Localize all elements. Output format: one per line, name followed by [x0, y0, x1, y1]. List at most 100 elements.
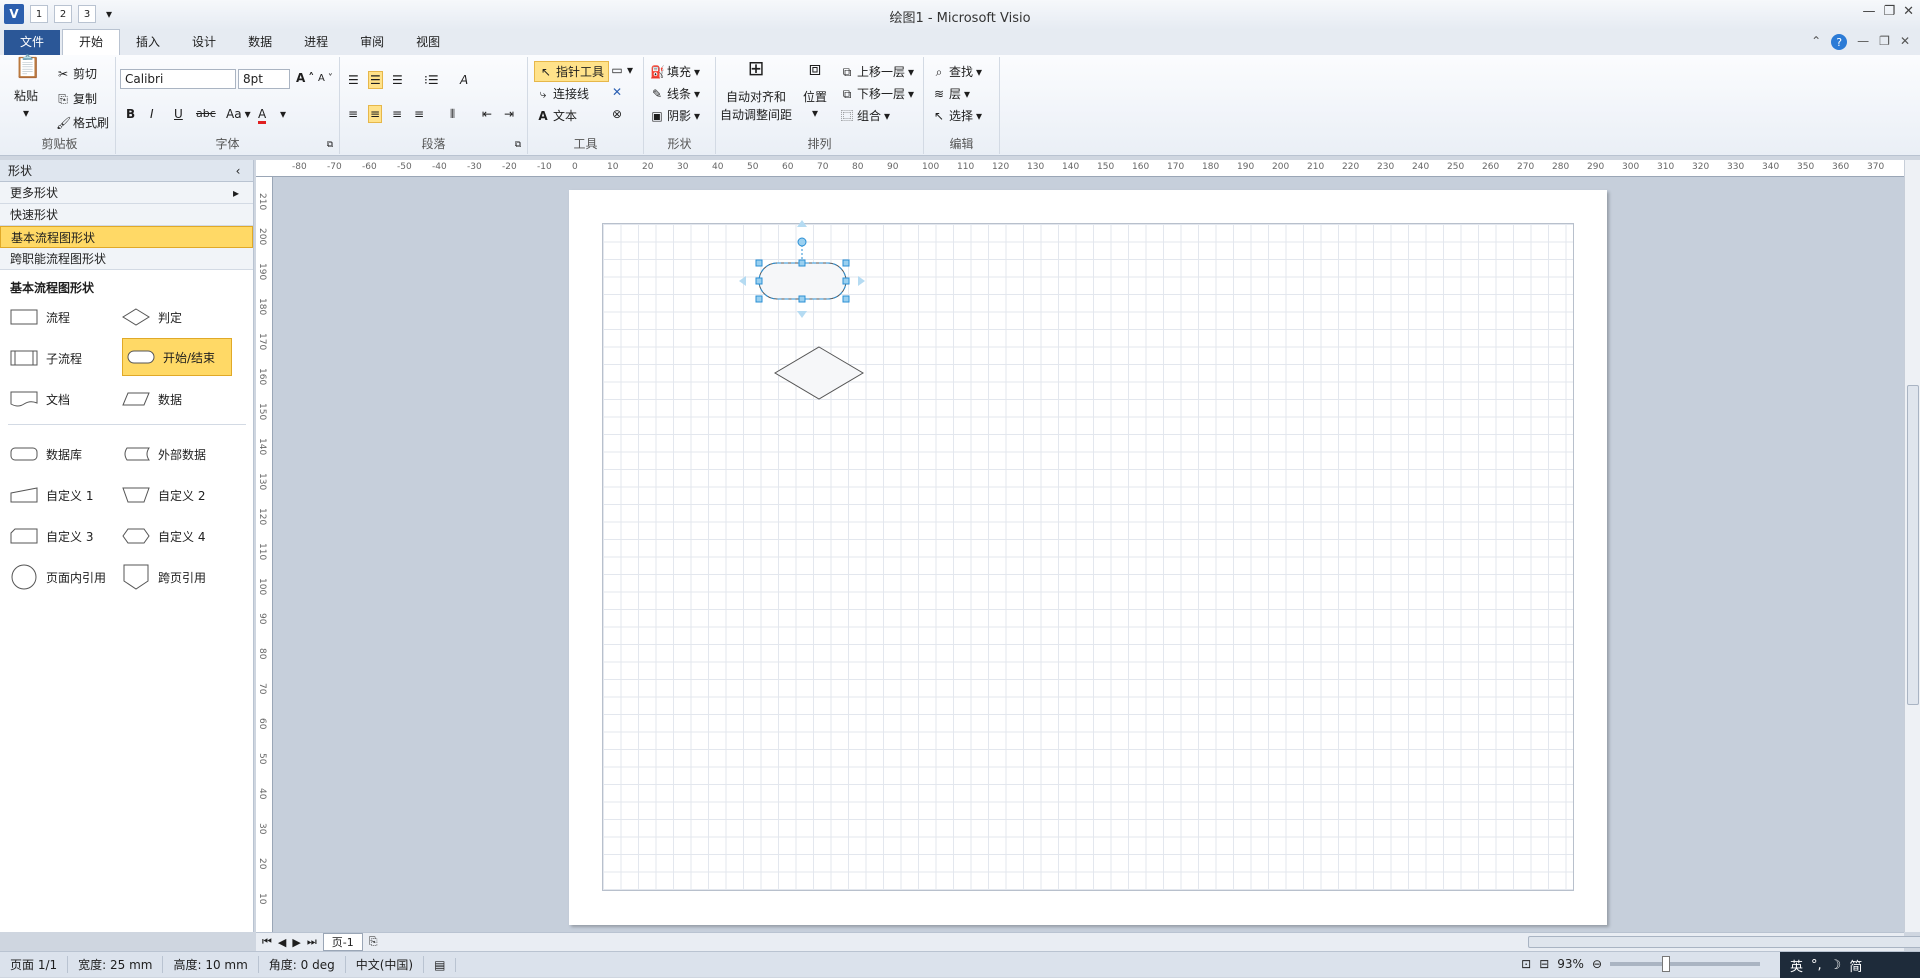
horizontal-scroll-thumb[interactable]: [1528, 936, 1920, 948]
status-width[interactable]: 宽度: 25 mm: [68, 956, 164, 973]
zoom-out-icon[interactable]: ⊖: [1592, 957, 1602, 971]
bullets-icon[interactable]: ⁝☰: [424, 73, 439, 87]
ime-simplified[interactable]: 简: [1849, 956, 1862, 975]
font-color-dropdown-icon[interactable]: ▾: [280, 107, 286, 121]
shape-process[interactable]: 流程: [6, 302, 74, 332]
fill-button[interactable]: ⛽ 填充 ▾: [650, 63, 700, 80]
help-icon[interactable]: ?: [1831, 34, 1848, 50]
doc-close-icon[interactable]: ✕: [1900, 34, 1910, 50]
ime-moon-icon[interactable]: ☽: [1830, 958, 1842, 973]
font-name-select[interactable]: Calibri: [120, 69, 236, 89]
shape-document[interactable]: 文档: [6, 384, 74, 414]
tab-review[interactable]: 审阅: [344, 30, 400, 55]
justify-icon[interactable]: ≡: [414, 107, 424, 121]
tab-home[interactable]: 开始: [62, 29, 121, 55]
basic-flowchart-stencil-row[interactable]: 基本流程图形状: [0, 226, 253, 248]
pointer-tool-button[interactable]: ↖ 指针工具: [534, 61, 610, 82]
zoom-slider[interactable]: [1610, 956, 1760, 972]
cut-button[interactable]: ✂ 剪切: [56, 65, 97, 82]
format-painter-button[interactable]: 🖌 格式刷: [56, 114, 109, 131]
collapse-pane-icon[interactable]: ‹: [231, 164, 245, 178]
shape-custom-3[interactable]: 自定义 3: [6, 521, 97, 551]
text-tool-button[interactable]: A 文本: [536, 107, 577, 124]
insert-page-icon[interactable]: ⎘: [369, 935, 378, 949]
bold-button[interactable]: B: [126, 107, 135, 121]
vertical-scrollbar[interactable]: [1904, 160, 1920, 932]
ime-mode[interactable]: 英: [1790, 956, 1803, 975]
columns-icon[interactable]: ⫴: [450, 107, 455, 122]
auto-align-button[interactable]: ⊞ 自动对齐和 自动调整间距: [720, 58, 792, 123]
vertical-scroll-thumb[interactable]: [1907, 385, 1919, 705]
tab-design[interactable]: 设计: [176, 30, 232, 55]
status-language[interactable]: 中文(中国): [346, 956, 425, 973]
group-button[interactable]: ⿴组合 ▾: [840, 107, 890, 124]
drawing-canvas[interactable]: [256, 160, 1904, 932]
ime-punct-icon[interactable]: °,: [1811, 958, 1822, 973]
shape-custom-1[interactable]: 自定义 1: [6, 480, 97, 510]
select-button[interactable]: ↖ 选择 ▾: [932, 107, 982, 124]
more-shapes-row[interactable]: 更多形状 ▸: [0, 182, 253, 204]
close-icon[interactable]: ✕: [1903, 4, 1914, 19]
tab-process[interactable]: 进程: [288, 30, 344, 55]
doc-minimize-icon[interactable]: —: [1857, 34, 1869, 50]
shape-off-page-reference[interactable]: 跨页引用: [118, 562, 210, 592]
decision-shape[interactable]: [774, 346, 864, 400]
find-button[interactable]: ⌕ 查找 ▾: [932, 63, 982, 80]
align-right-icon[interactable]: ≡: [392, 107, 402, 121]
font-size-select[interactable]: 8pt: [238, 69, 290, 89]
connection-point-icon[interactable]: ⊗: [612, 107, 622, 121]
status-page[interactable]: 页面 1/1: [0, 956, 69, 973]
shape-database[interactable]: 数据库: [6, 439, 86, 469]
cross-functional-stencil-row[interactable]: 跨职能流程图形状: [0, 248, 253, 270]
minimize-icon[interactable]: —: [1862, 4, 1875, 19]
align-top-icon[interactable]: ☰: [348, 73, 359, 87]
paragraph-dialog-launcher-icon[interactable]: ⧉: [511, 138, 525, 152]
line-button[interactable]: ✎ 线条 ▾: [650, 85, 700, 102]
tab-insert[interactable]: 插入: [120, 30, 176, 55]
presentation-icon[interactable]: ⊟: [1539, 957, 1549, 971]
align-middle-icon[interactable]: ☰: [368, 71, 383, 89]
position-button[interactable]: ⧈ 位置 ▾: [802, 58, 828, 120]
change-case-button[interactable]: Aa ▾: [226, 107, 251, 121]
decrease-indent-icon[interactable]: ⇤: [482, 107, 492, 121]
shape-on-page-reference[interactable]: 页面内引用: [6, 562, 110, 592]
terminator-shape[interactable]: [758, 262, 847, 300]
send-backward-button[interactable]: ⧉ 下移一层 ▾: [840, 85, 914, 102]
shrink-font-button[interactable]: A ˅: [318, 73, 333, 84]
shape-data[interactable]: 数据: [118, 384, 186, 414]
tab-file[interactable]: 文件: [4, 30, 61, 55]
shape-decision[interactable]: 判定: [118, 302, 186, 332]
connector-button[interactable]: ⤷ 连接线: [536, 85, 589, 102]
text-direction-icon[interactable]: A: [460, 73, 468, 87]
macro-record-icon[interactable]: ▤: [424, 957, 457, 972]
bring-forward-button[interactable]: ⧉ 上移一层 ▾: [840, 63, 914, 80]
align-bottom-icon[interactable]: ☰: [392, 73, 403, 87]
shape-subprocess[interactable]: 子流程: [6, 343, 86, 373]
full-screen-icon[interactable]: ⊡: [1521, 957, 1531, 971]
first-page-icon[interactable]: ⏮: [262, 935, 272, 949]
layers-button[interactable]: ≋ 层 ▾: [932, 85, 970, 102]
status-height[interactable]: 高度: 10 mm: [163, 956, 259, 973]
status-angle[interactable]: 角度: 0 deg: [259, 956, 346, 973]
strikethrough-button[interactable]: abc: [196, 107, 216, 120]
increase-indent-icon[interactable]: ⇥: [504, 107, 514, 121]
rotation-handle[interactable]: [797, 237, 807, 260]
delete-connector-icon[interactable]: ✕: [612, 85, 622, 99]
prev-page-icon[interactable]: ◀: [278, 936, 286, 949]
italic-button[interactable]: I: [150, 107, 154, 121]
shadow-button[interactable]: ▣ 阴影 ▾: [650, 107, 700, 124]
restore-icon[interactable]: ❐: [1883, 4, 1895, 19]
zoom-level[interactable]: 93%: [1557, 957, 1584, 971]
shape-external-data[interactable]: 外部数据: [118, 439, 210, 469]
page-tab-1[interactable]: 页-1: [322, 933, 363, 951]
copy-button[interactable]: ⎘ 复制: [56, 90, 97, 107]
tab-view[interactable]: 视图: [400, 30, 456, 55]
rectangle-tool-button[interactable]: ▭ ▾: [610, 63, 633, 77]
shape-start-end[interactable]: 开始/结束: [122, 338, 232, 376]
tab-data[interactable]: 数据: [232, 30, 288, 55]
minimize-ribbon-icon[interactable]: ⌃: [1811, 34, 1821, 50]
shape-custom-4[interactable]: 自定义 4: [118, 521, 209, 551]
shape-custom-2[interactable]: 自定义 2: [118, 480, 209, 510]
font-dialog-launcher-icon[interactable]: ⧉: [323, 138, 337, 152]
quick-shapes-row[interactable]: 快速形状: [0, 204, 253, 226]
